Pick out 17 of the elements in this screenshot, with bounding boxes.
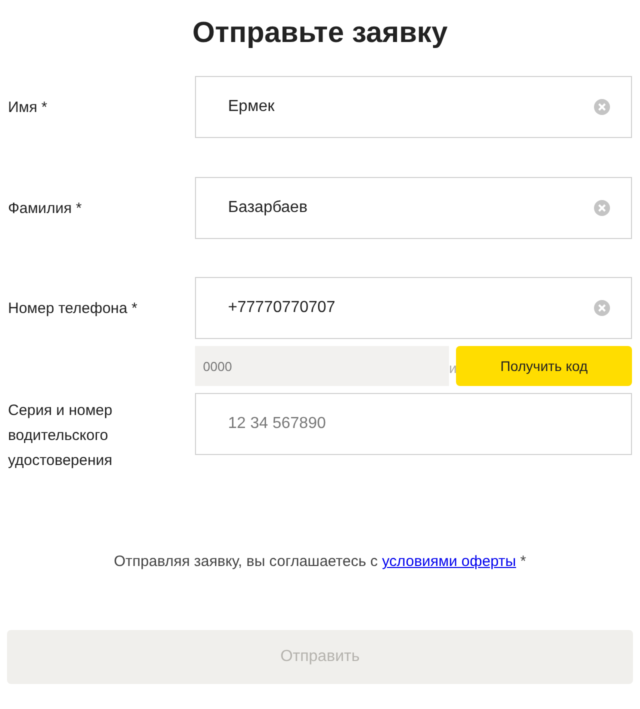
code-field[interactable]: 0000 bbox=[195, 346, 449, 386]
get-code-button[interactable]: Получить код bbox=[456, 346, 632, 386]
clear-icon[interactable] bbox=[594, 99, 610, 115]
clear-icon[interactable] bbox=[594, 300, 610, 316]
field-label: Серия и номер водительского удостоверения bbox=[8, 401, 114, 471]
field-label: Имя * bbox=[8, 98, 48, 118]
hint-text: и bbox=[449, 359, 457, 378]
input-field[interactable]: Базарбаев bbox=[195, 177, 632, 239]
page-title: Отправьте заявку bbox=[191, 16, 449, 50]
input-field[interactable]: 12 34 567890 bbox=[195, 393, 632, 455]
input-field[interactable]: Ермек bbox=[195, 76, 632, 138]
field-label: Фамилия * bbox=[8, 198, 83, 218]
offer-link[interactable]: условиями оферты bbox=[382, 553, 516, 570]
field-label: Номер телефона * bbox=[8, 298, 138, 318]
agreement-text: Отправляя заявку, вы соглашаетесь с условиями оферты * bbox=[112, 552, 528, 572]
input-field[interactable]: +77770770707 bbox=[195, 277, 632, 339]
clear-icon[interactable] bbox=[594, 200, 610, 216]
